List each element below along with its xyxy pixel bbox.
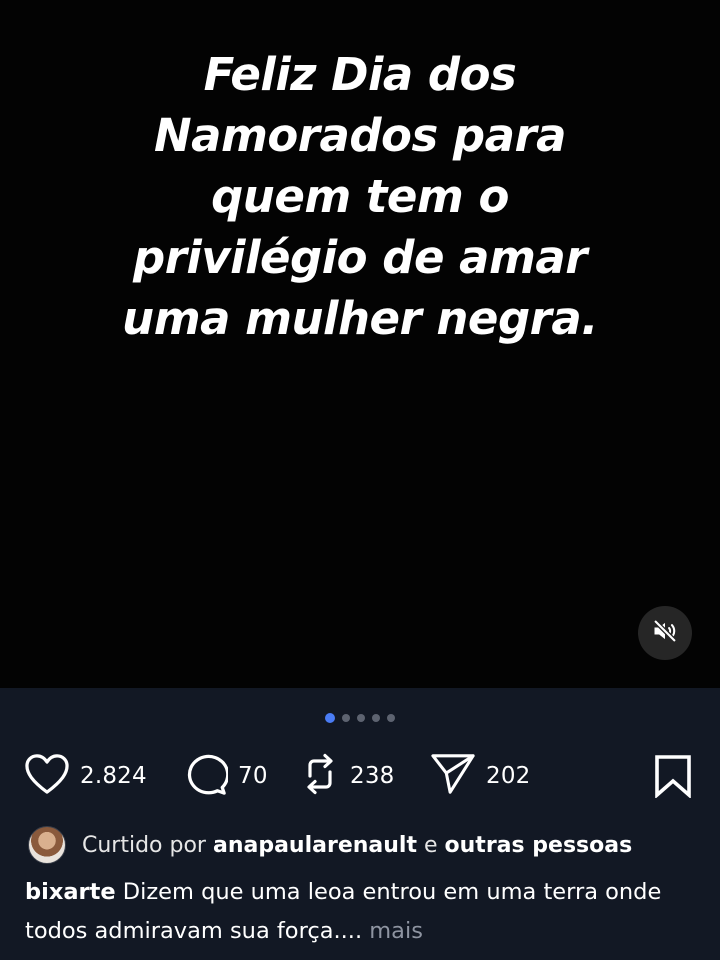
carousel-dot bbox=[357, 714, 365, 722]
save-button[interactable] bbox=[654, 754, 692, 802]
avatar[interactable] bbox=[28, 826, 66, 864]
repost-button[interactable]: 238 bbox=[300, 752, 395, 800]
carousel-dot bbox=[342, 714, 350, 722]
liked-by-prefix: Curtido por bbox=[82, 832, 206, 858]
send-icon bbox=[430, 752, 476, 800]
post-media[interactable]: Feliz Dia dos Namorados para quem tem o … bbox=[0, 0, 720, 688]
like-button[interactable]: 2.824 bbox=[24, 752, 147, 800]
carousel-dot-active bbox=[325, 713, 335, 723]
post-text: Feliz Dia dos Namorados para quem tem o … bbox=[122, 48, 598, 345]
carousel-indicator bbox=[0, 713, 720, 723]
liked-by-row: Curtido por anapaularenault e outras pes… bbox=[28, 826, 632, 864]
comment-button[interactable]: 70 bbox=[182, 752, 268, 800]
speaker-muted-icon bbox=[651, 617, 679, 649]
reposts-count: 238 bbox=[350, 763, 395, 789]
share-button[interactable]: 202 bbox=[430, 752, 531, 800]
liked-by-joiner: e bbox=[423, 832, 438, 858]
caption: bixarte Dizem que uma leoa entrou em uma… bbox=[25, 873, 695, 951]
comments-count: 70 bbox=[238, 763, 268, 789]
comment-icon bbox=[182, 752, 230, 800]
liked-by-others-link[interactable]: outras pessoas bbox=[445, 833, 633, 858]
caption-text: Dizem que uma leoa entrou em uma terra o… bbox=[25, 879, 662, 944]
repost-icon bbox=[300, 752, 340, 800]
more-link[interactable]: mais bbox=[369, 918, 423, 944]
mute-button[interactable] bbox=[638, 606, 692, 660]
bookmark-icon bbox=[654, 755, 692, 802]
action-bar: 2.824 70 238 202 bbox=[0, 752, 720, 800]
caption-username[interactable]: bixarte bbox=[25, 879, 116, 905]
liked-by-user-link[interactable]: anapaularenault bbox=[213, 833, 417, 858]
shares-count: 202 bbox=[486, 763, 531, 789]
likes-count: 2.824 bbox=[80, 763, 147, 789]
carousel-dot bbox=[387, 714, 395, 722]
heart-icon bbox=[24, 753, 70, 799]
carousel-dot bbox=[372, 714, 380, 722]
